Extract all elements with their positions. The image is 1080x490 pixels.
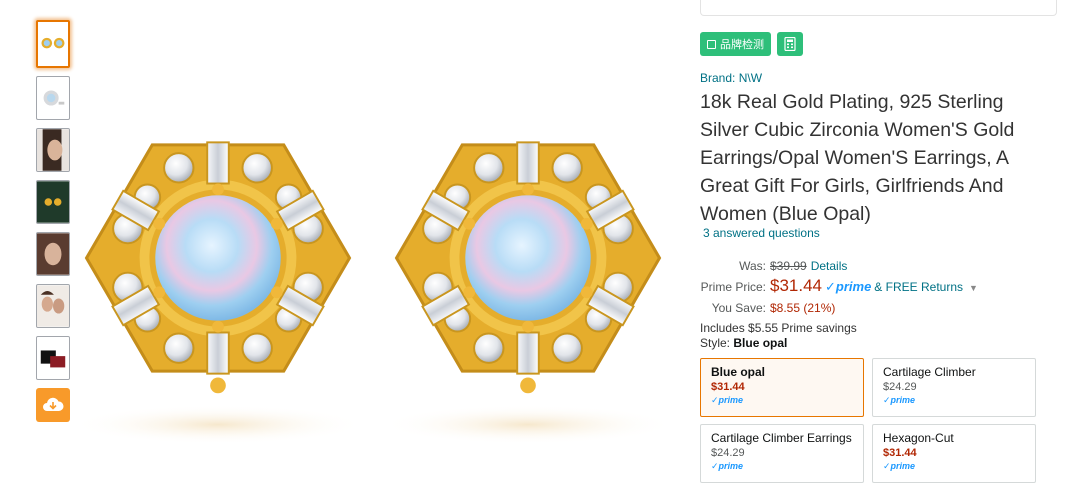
you-save-row: You Save: $8.55 (21%) [700, 298, 978, 318]
style-label: Style: [700, 336, 731, 350]
style-option-hexagon-cut[interactable]: Hexagon-Cut $31.44 ✓prime [872, 424, 1036, 483]
main-product-image[interactable] [69, 110, 677, 450]
price-block: Was: $39.99 Details Prime Price: $31.44 … [700, 256, 978, 338]
prime-price: $31.44 [770, 276, 822, 295]
option-name: Cartilage Climber [883, 365, 976, 379]
prime-price-label: Prime Price: [700, 280, 766, 294]
prime-badge: ✓prime [825, 279, 872, 294]
thumbnail-earring-side[interactable] [36, 76, 70, 120]
brand-check-label: 品牌检测 [720, 38, 764, 51]
checkbox-icon [707, 39, 716, 49]
calculator-icon[interactable] [777, 32, 803, 56]
was-price-row: Was: $39.99 Details [700, 256, 978, 276]
was-price: $39.99 [770, 259, 807, 273]
free-returns-link[interactable]: & FREE Returns [874, 277, 963, 297]
thumbnail-two-models[interactable] [36, 284, 70, 328]
thumbnail-model-profile[interactable] [36, 128, 70, 172]
thumbnail-model-front[interactable] [36, 232, 70, 276]
thumbnail-gift-box[interactable] [36, 336, 70, 380]
style-selected-value: Blue opal [733, 336, 788, 350]
answered-questions-link[interactable]: 3 answered questions [703, 226, 820, 240]
prime-savings-note: Includes $5.55 Prime savings [700, 321, 857, 335]
thumbnail-strip [36, 20, 70, 422]
you-save-value: $8.55 (21%) [770, 301, 836, 315]
prime-price-row: Prime Price: $31.44 ✓prime & FREE Return… [700, 276, 978, 298]
brand-check-button[interactable]: 品牌检测 [700, 32, 771, 56]
style-selector-label: Style: Blue opal [700, 336, 787, 350]
thumbnail-earrings-pair[interactable] [36, 20, 70, 68]
top-panel-edge [700, 0, 1057, 16]
includes-row: Includes $5.55 Prime savings [700, 318, 978, 338]
chevron-down-icon[interactable]: ▼ [969, 278, 978, 298]
prime-badge: ✓prime [883, 395, 916, 405]
prime-badge: ✓prime [883, 461, 916, 471]
prime-badge: ✓prime [711, 461, 744, 471]
style-option-blue-opal[interactable]: Blue opal $31.44 ✓prime [700, 358, 864, 417]
option-price: $31.44 [883, 447, 917, 459]
thumbnail-on-dark[interactable] [36, 180, 70, 224]
cloud-download-icon[interactable] [36, 388, 70, 422]
option-price: $24.29 [711, 447, 745, 459]
style-option-cartilage-climber-earrings[interactable]: Cartilage Climber Earrings $24.29 ✓prime [700, 424, 864, 483]
prime-badge: ✓prime [711, 395, 744, 405]
details-link[interactable]: Details [811, 256, 848, 276]
you-save-label: You Save: [711, 301, 766, 315]
option-name: Hexagon-Cut [883, 431, 954, 445]
style-option-cartilage-climber[interactable]: Cartilage Climber $24.29 ✓prime [872, 358, 1036, 417]
extension-toolbar: 品牌检测 [700, 32, 803, 56]
product-title: 18k Real Gold Plating, 925 Sterling Silv… [700, 91, 1015, 225]
option-price: $24.29 [883, 381, 917, 393]
brand-link[interactable]: Brand: N\W [700, 71, 762, 85]
option-price: $31.44 [711, 381, 745, 393]
option-name: Blue opal [711, 365, 766, 379]
option-name: Cartilage Climber Earrings [711, 431, 852, 445]
was-label: Was: [739, 259, 766, 273]
